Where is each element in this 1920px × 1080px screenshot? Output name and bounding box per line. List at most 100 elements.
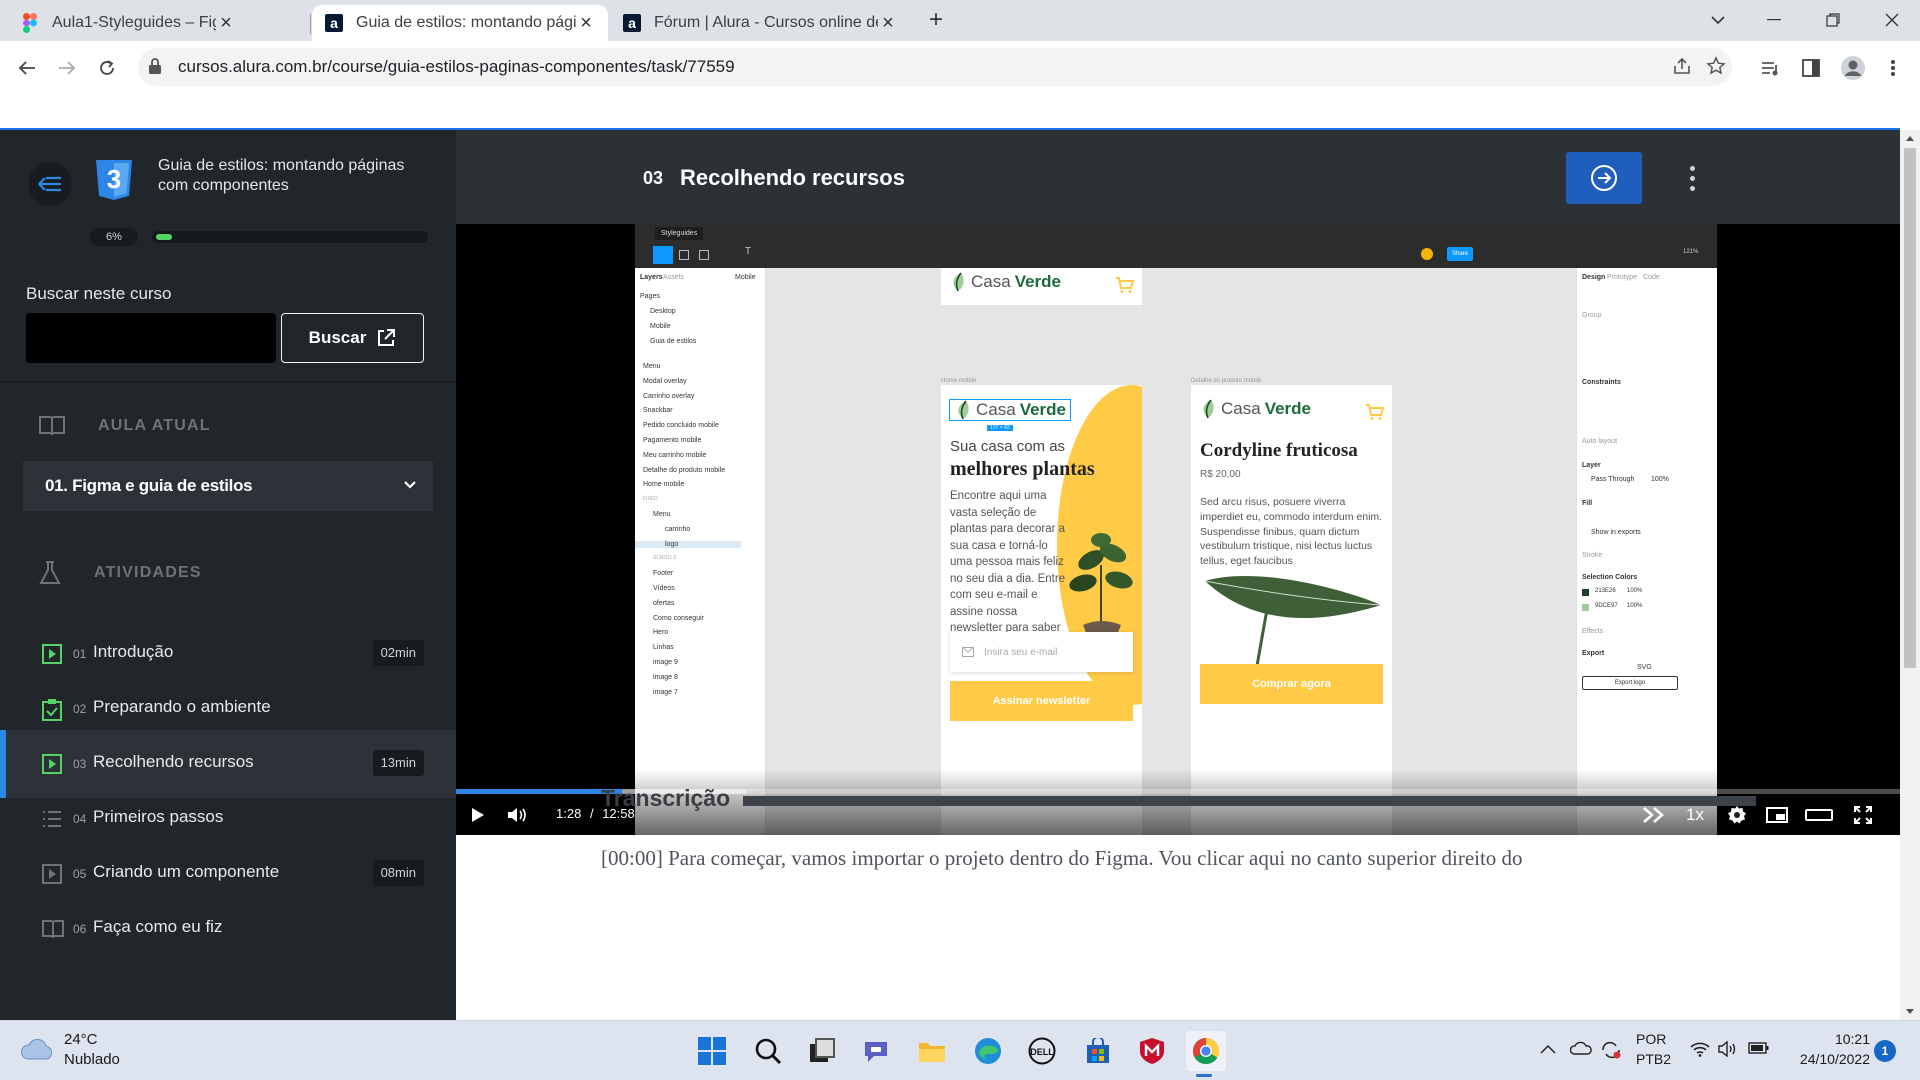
weather-description[interactable]: Nublado	[64, 1051, 120, 1068]
tab-separator	[310, 14, 311, 34]
blend-mode: Pass Through	[1591, 476, 1635, 483]
activity-label: Primeiros passos	[93, 807, 224, 826]
activity-number: 01	[73, 647, 87, 661]
volume-tray-icon[interactable]	[1718, 1040, 1738, 1062]
clock-date[interactable]: 24/10/2022	[1778, 1051, 1870, 1067]
store-button[interactable]	[1078, 1031, 1118, 1071]
show-in-exports: Show in exports	[1591, 529, 1641, 536]
section-stroke: Stroke	[1582, 552, 1603, 559]
activity-label: Criando um componente	[93, 862, 280, 881]
media-control-icon[interactable]	[1754, 51, 1788, 85]
volume-button[interactable]	[506, 803, 530, 827]
cloud-weather-icon[interactable]	[20, 1035, 56, 1068]
keyboard-layout[interactable]: PTB2	[1636, 1051, 1671, 1067]
activities-heading: ATIVIDADES	[38, 560, 202, 586]
browser-tab-bar: Aula1-Styleguides – Figma × a Guia de es…	[0, 0, 1920, 41]
lesson-title: Recolhendo recursos	[680, 165, 905, 190]
search-taskbar-button[interactable]	[748, 1031, 788, 1071]
play-button[interactable]	[468, 803, 488, 827]
pip-icon	[1766, 807, 1788, 823]
weather-temperature[interactable]: 24°C	[64, 1031, 98, 1048]
reload-button[interactable]	[90, 51, 124, 85]
wifi-icon[interactable]	[1690, 1041, 1710, 1062]
notification-badge[interactable]: 1	[1874, 1040, 1896, 1062]
theater-mode-button[interactable]	[1804, 803, 1834, 827]
bookmark-star-icon[interactable]	[1706, 56, 1726, 81]
scroll-down-icon[interactable]	[1905, 1008, 1915, 1016]
tab-alura-course[interactable]: a Guia de estilos: montando página ×	[312, 5, 608, 41]
close-icon[interactable]: ×	[216, 12, 236, 35]
tab-alura-forum[interactable]: a Fórum | Alura - Cursos online de ×	[610, 5, 910, 41]
scroll-up-icon[interactable]	[1905, 134, 1915, 142]
new-tab-button[interactable]: +	[922, 6, 950, 36]
figma-layer-item: Detalhe do produto mobile	[643, 466, 726, 474]
lesson-dropdown[interactable]: 01. Figma e guia de estilos	[23, 461, 433, 511]
fullscreen-button[interactable]	[1852, 803, 1874, 827]
course-search-input[interactable]	[26, 313, 276, 363]
activity-number: 02	[73, 702, 87, 716]
teams-chat-button[interactable]	[856, 1031, 896, 1071]
tab-figma[interactable]: Aula1-Styleguides – Figma ×	[8, 5, 248, 41]
chevron-up-icon[interactable]	[1540, 1041, 1556, 1059]
figma-layer-item: image 8	[653, 673, 678, 681]
skip-forward-button[interactable]	[1642, 803, 1666, 827]
leaf-icon	[953, 272, 964, 292]
product-name: Cordyline fruticosa	[1200, 440, 1358, 461]
gear-icon	[1728, 806, 1746, 824]
leaf-icon	[1203, 399, 1214, 419]
clock-time[interactable]: 10:21	[1810, 1031, 1870, 1047]
frame-tool-icon	[679, 250, 689, 260]
start-button[interactable]	[692, 1031, 732, 1071]
page-item: Mobile	[650, 323, 671, 330]
video-player[interactable]: Styleguides T Share 121% Layers Assets M…	[456, 224, 1900, 835]
tab-title: Guia de estilos: montando página	[356, 14, 576, 31]
next-lesson-button[interactable]	[1566, 152, 1642, 204]
mcafee-button[interactable]	[1132, 1031, 1172, 1071]
more-options-icon[interactable]	[1682, 158, 1702, 198]
chrome-button[interactable]	[1186, 1031, 1226, 1071]
input-language[interactable]: POR	[1636, 1031, 1666, 1047]
file-explorer-button[interactable]	[912, 1031, 952, 1071]
folder-icon	[919, 1043, 945, 1062]
task-view-button[interactable]	[802, 1031, 842, 1071]
chrome-menu-icon[interactable]	[1876, 51, 1910, 85]
address-bar[interactable]: cursos.alura.com.br/course/guia-estilos-…	[138, 48, 1732, 86]
sync-icon[interactable]	[1600, 1041, 1622, 1064]
back-to-course-button[interactable]	[28, 162, 72, 206]
activity-duration: 13min	[372, 750, 424, 776]
svg-text:a: a	[330, 15, 338, 31]
book-icon	[42, 919, 64, 939]
onedrive-icon[interactable]	[1569, 1041, 1592, 1060]
scrollbar-thumb[interactable]	[1904, 148, 1916, 668]
close-window-button[interactable]	[1872, 4, 1912, 36]
tab-search-button[interactable]	[1698, 4, 1738, 36]
product-price: R$ 20,00	[1200, 469, 1241, 480]
minimize-button[interactable]	[1754, 4, 1794, 36]
hero-line2: melhores plantas	[950, 458, 1095, 480]
close-icon[interactable]: ×	[576, 12, 596, 35]
figma-layer-item: Footer	[653, 570, 674, 578]
side-panel-icon[interactable]	[1794, 51, 1828, 85]
figma-layer-item: SCROLLS	[653, 555, 677, 562]
activity-item-faca-como-eu-fiz[interactable]: 06 Faça como eu fiz	[0, 895, 456, 963]
restore-button[interactable]	[1813, 4, 1853, 36]
playback-speed-button[interactable]: 1x	[1682, 803, 1708, 827]
share-icon[interactable]	[1672, 56, 1692, 81]
course-title[interactable]: Guia de estilos: montando páginas com co…	[158, 156, 428, 196]
page-scrollbar[interactable]	[1900, 130, 1920, 1020]
profile-avatar[interactable]	[1836, 51, 1870, 85]
brand-light: Casa	[971, 272, 1011, 291]
settings-button[interactable]	[1726, 803, 1748, 827]
battery-icon[interactable]	[1748, 1041, 1770, 1060]
picture-in-picture-button[interactable]	[1764, 803, 1790, 827]
lesson-content: 03 Recolhendo recursos Styleguides T Sha…	[456, 130, 1900, 1020]
back-button[interactable]	[10, 51, 44, 85]
lesson-dropdown-label: 01. Figma e guia de estilos	[45, 476, 253, 495]
edge-button[interactable]	[968, 1031, 1008, 1071]
dell-button[interactable]: DELL	[1022, 1031, 1062, 1071]
search-button[interactable]: Buscar	[281, 313, 424, 363]
page-name: Mobile	[735, 274, 756, 281]
forward-button[interactable]	[50, 51, 84, 85]
close-icon[interactable]: ×	[878, 12, 898, 35]
design-tab: Design	[1582, 274, 1606, 281]
